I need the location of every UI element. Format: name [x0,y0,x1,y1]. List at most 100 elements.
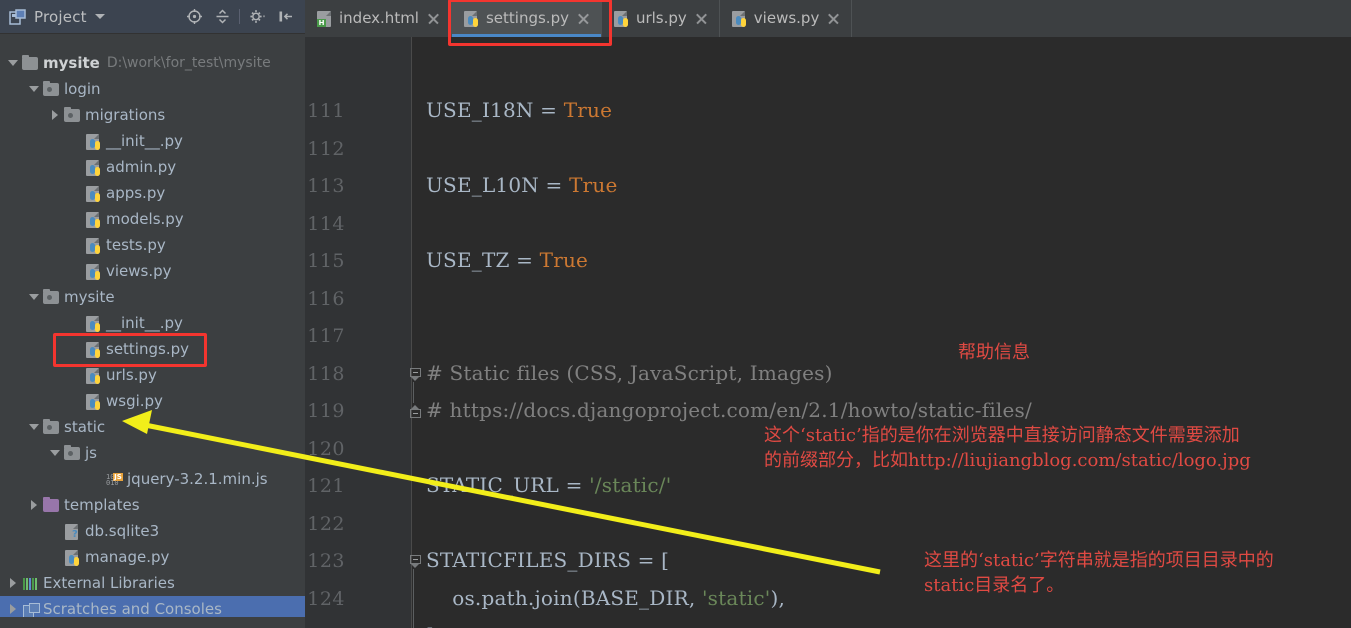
twisty-placeholder [69,316,83,330]
python-file-icon [85,315,102,332]
line-number: 121 [307,475,345,497]
tree-item-mysite[interactable]: mysite D:\work\for_test\mysite [0,50,305,76]
editor-tab-settings-py[interactable]: settings.py [451,0,602,37]
tree-item-mysite[interactable]: mysite [0,284,305,310]
python-file-icon [85,211,102,228]
tree-item-external-libraries[interactable]: External Libraries [0,570,305,596]
line-number: 117 [307,325,345,347]
tree-item-migrations[interactable]: migrations [0,102,305,128]
gutter-divider [411,37,412,628]
python-file-icon [463,10,480,27]
code-token: USE_I18N = [426,98,564,122]
database-file-icon: ? [64,523,81,540]
twisty-placeholder [69,160,83,174]
tree-item-settings-py[interactable]: settings.py [0,336,305,362]
tree-item-jquery-3-2-1-min-js[interactable]: 10 010 JS jquery-3.2.1.min.js [0,466,305,492]
close-icon[interactable] [828,13,840,25]
code-line: USE_L10N = True [426,173,617,197]
editor-gutter[interactable]: 111 112 113 114 115 116 117 118 119 120 121 122 123 1… [305,37,412,628]
tree-item-apps-py[interactable]: apps.py [0,180,305,206]
python-file-icon [85,159,102,176]
tree-item-label: manage.py [85,547,170,566]
hide-panel-icon[interactable] [271,4,299,30]
chevron-down-icon[interactable] [94,14,105,19]
editor-tab-bar[interactable]: Hindex.html settings.py urls.py views.py [305,0,1351,38]
code-token: ] [426,623,434,628]
tree-item--init-py[interactable]: __init__.py [0,310,305,336]
twisty-placeholder [69,212,83,226]
line-number: 120 [307,437,345,460]
python-file-icon [85,237,102,254]
twisty-expanded-icon[interactable] [27,82,41,96]
toolbar-separator [239,9,240,24]
tree-item-views-py[interactable]: views.py [0,258,305,284]
tree-item-templates[interactable]: templates [0,492,305,518]
tree-item-label: templates [64,495,140,514]
annotation-staticfiles-dirs-note: 这里的‘static’字符串就是指的项目目录中的 static目录名了。 [924,548,1274,598]
close-icon[interactable] [428,13,440,25]
editor-tab-index-html[interactable]: Hindex.html [305,0,452,37]
tree-item-static[interactable]: static [0,414,305,440]
tree-item-login[interactable]: login [0,76,305,102]
tree-item-tests-py[interactable]: tests.py [0,232,305,258]
tree-item-db-sqlite3[interactable]: ? db.sqlite3 [0,518,305,544]
collapse-all-icon[interactable] [208,4,236,30]
twisty-expanded-icon[interactable] [27,290,41,304]
tree-item-label: jquery-3.2.1.min.js [127,469,268,488]
twisty-placeholder [90,472,104,486]
line-number: 124 [307,587,345,610]
code-token: STATICFILES_DIRS = [ [426,548,670,572]
module-folder-icon [43,418,60,436]
line-number: 118 [307,362,345,385]
close-icon[interactable] [578,13,590,25]
python-file-icon [85,393,102,410]
tree-item--init-py[interactable]: __init__.py [0,128,305,154]
code-token: USE_L10N = [426,173,570,197]
tree-item-label: urls.py [106,365,157,384]
annotation-help-info: 帮助信息 [958,340,1030,365]
twisty-collapsed-icon[interactable] [6,576,20,590]
twisty-collapsed-icon[interactable] [48,108,62,122]
code-fold-down-icon[interactable] [408,367,423,382]
twisty-placeholder [48,550,62,564]
editor-tab-label: views.py [753,9,820,27]
tree-item-admin-py[interactable]: admin.py [0,154,305,180]
twisty-collapsed-icon[interactable] [27,498,41,512]
twisty-expanded-icon[interactable] [6,56,20,70]
tree-item-wsgi-py[interactable]: wsgi.py [0,388,305,414]
settings-gear-icon[interactable] [243,4,271,30]
project-file-tree[interactable]: mysite D:\work\for_test\mysite login migrat… [0,34,305,628]
module-folder-icon [43,80,60,98]
line-number: 115 [307,250,345,272]
editor-tab-urls-py[interactable]: urls.py [602,0,720,37]
tree-item-path: D:\work\for_test\mysite [106,55,271,71]
fold-guide-line [413,381,414,403]
twisty-placeholder [69,368,83,382]
twisty-placeholder [69,238,83,252]
locate-icon[interactable] [180,4,208,30]
close-icon[interactable] [696,13,708,25]
twisty-placeholder [48,524,62,538]
line-number: 114 [307,212,345,235]
tree-item-label: migrations [85,105,166,124]
tree-item-models-py[interactable]: models.py [0,206,305,232]
twisty-expanded-icon[interactable] [27,420,41,434]
code-fold-down-icon[interactable] [408,554,423,569]
python-file-icon [613,10,630,27]
code-token: True [569,173,618,197]
code-token: 'static' [701,585,771,610]
template-folder-icon [43,496,60,514]
twisty-expanded-icon[interactable] [48,446,62,460]
editor-tab-views-py[interactable]: views.py [720,0,853,37]
code-fold-up-icon[interactable] [408,404,423,419]
tree-item-js[interactable]: js [0,440,305,466]
tree-item-manage-py[interactable]: manage.py [0,544,305,570]
twisty-collapsed-icon[interactable] [6,602,20,616]
code-line: ] [426,623,434,628]
tree-item-label: views.py [106,261,172,280]
tree-item-urls-py[interactable]: urls.py [0,362,305,388]
tree-item-label: db.sqlite3 [85,521,160,540]
tree-item-label: static [64,417,106,436]
code-editor[interactable]: 111 112 113 114 115 116 117 118 119 120 121 122 123 1… [305,37,1351,628]
tree-item-label: __init__.py [106,131,183,150]
